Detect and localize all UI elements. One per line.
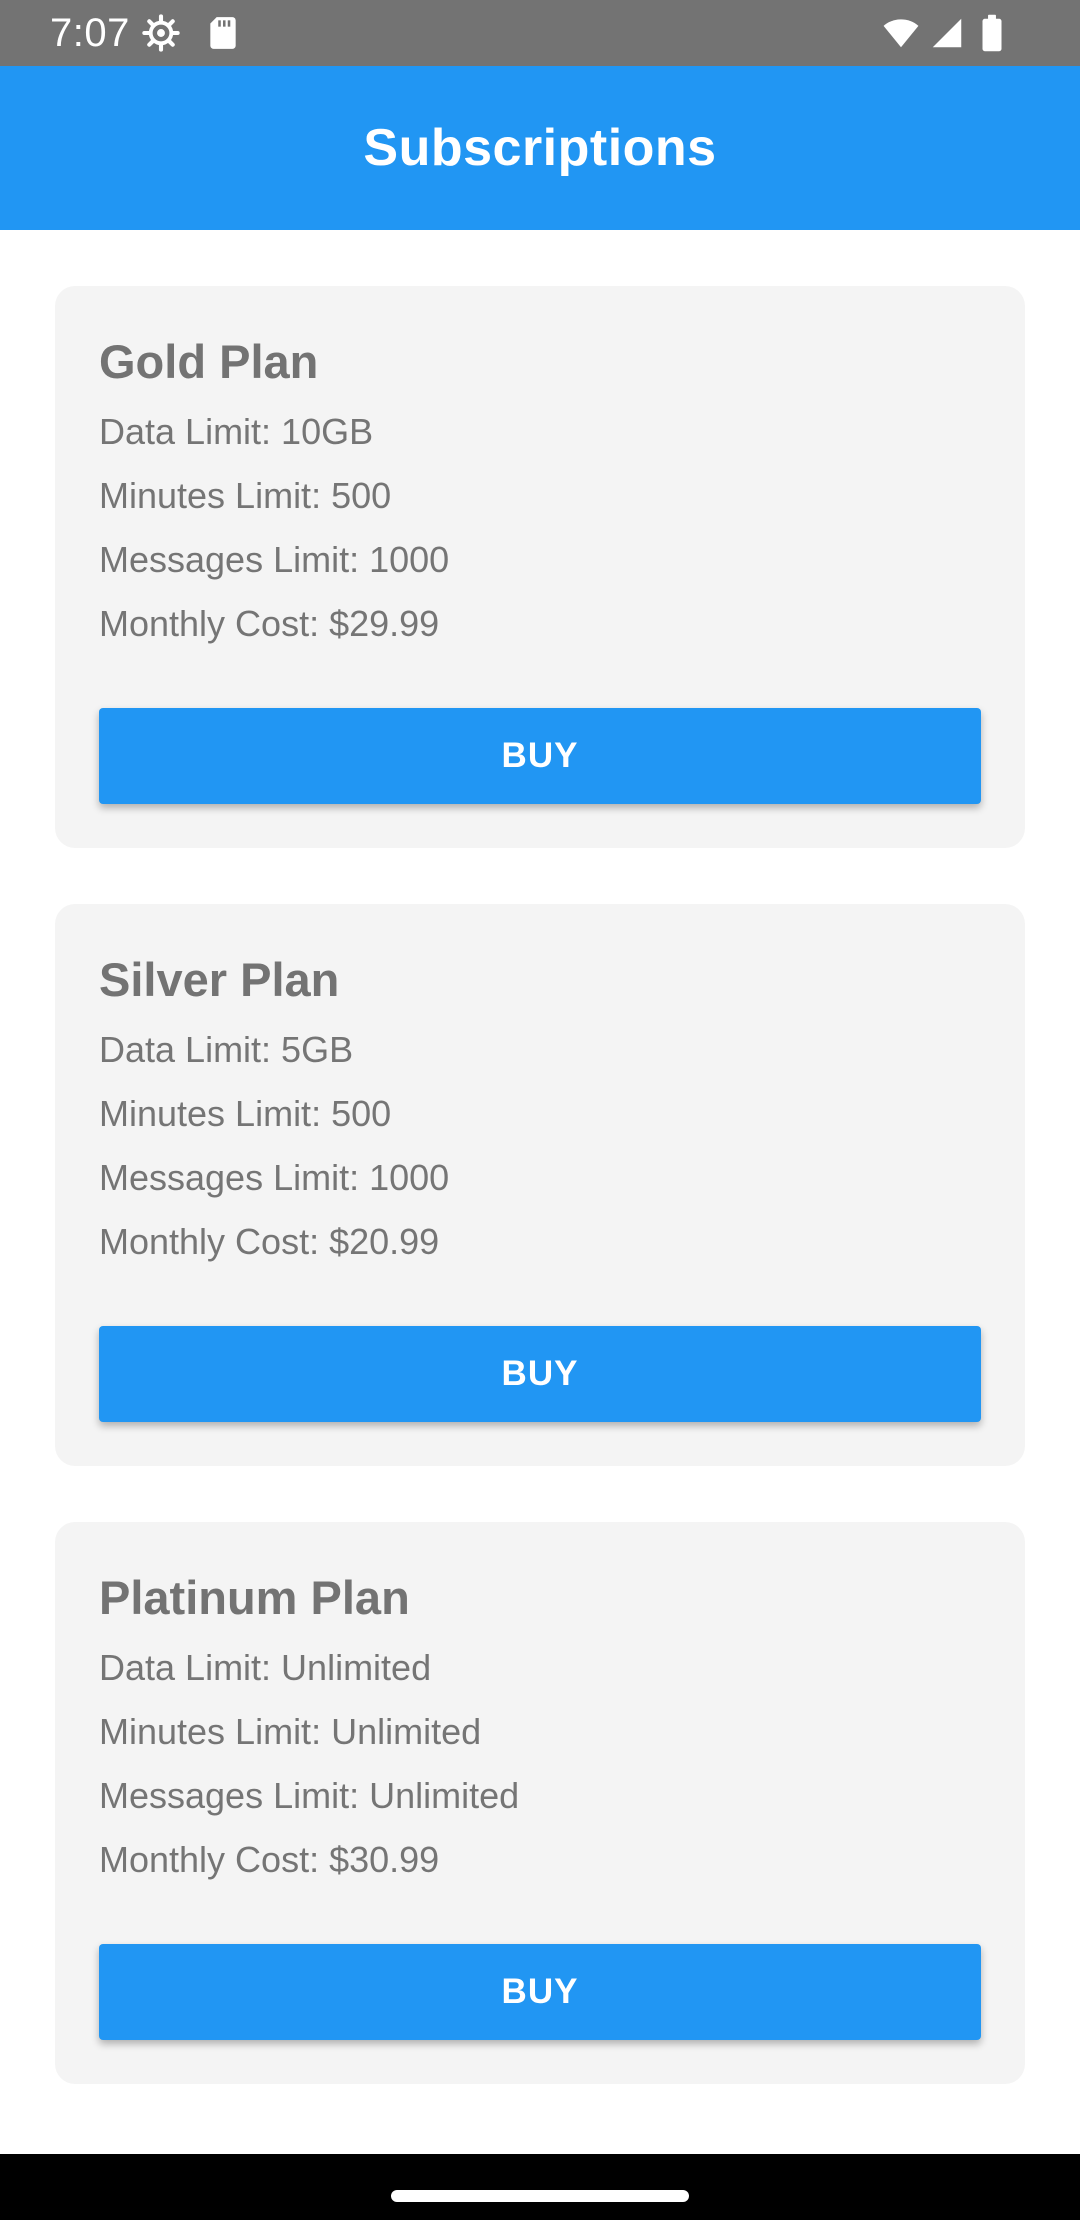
settings-icon [142,14,180,52]
app-bar: Subscriptions [0,66,1080,230]
plan-minutes-limit: Minutes Limit: 500 [99,1093,392,1134]
plan-card-silver: Silver Plan Data Limit: 5GB Minutes Limi… [55,904,1025,1466]
plan-title: Silver Plan [99,953,340,1006]
plan-title: Platinum Plan [99,1571,410,1624]
status-bar: 7:07 [0,0,1080,66]
plan-card-gold: Gold Plan Data Limit: 10GB Minutes Limit… [55,286,1025,848]
status-time: 7:07 [50,11,130,55]
plan-title: Gold Plan [99,335,319,388]
plan-monthly-cost: Monthly Cost: $29.99 [99,603,440,644]
plan-data-limit: Data Limit: Unlimited [99,1647,432,1688]
plan-messages-limit: Messages Limit: 1000 [99,539,450,580]
plan-monthly-cost: Monthly Cost: $20.99 [99,1221,440,1262]
plan-messages-limit: Messages Limit: Unlimited [99,1775,520,1816]
buy-button-gold[interactable]: BUY [99,708,981,804]
sd-card-icon [204,14,242,52]
buy-button-silver[interactable]: BUY [99,1326,981,1422]
buy-button-platinum[interactable]: BUY [99,1944,981,2040]
plan-card-platinum: Platinum Plan Data Limit: Unlimited Minu… [55,1522,1025,2084]
page-title: Subscriptions [363,119,717,177]
signal-icon [928,14,966,52]
battery-icon [980,14,1004,52]
plan-minutes-limit: Minutes Limit: Unlimited [99,1711,482,1752]
plan-messages-limit: Messages Limit: 1000 [99,1157,450,1198]
plan-data-limit: Data Limit: 5GB [99,1029,354,1070]
plan-monthly-cost: Monthly Cost: $30.99 [99,1839,440,1880]
plan-data-limit: Data Limit: 10GB [99,411,374,452]
wifi-icon [880,14,922,52]
navigation-bar [0,2154,1080,2220]
home-indicator[interactable] [391,2190,689,2202]
plan-minutes-limit: Minutes Limit: 500 [99,475,392,516]
